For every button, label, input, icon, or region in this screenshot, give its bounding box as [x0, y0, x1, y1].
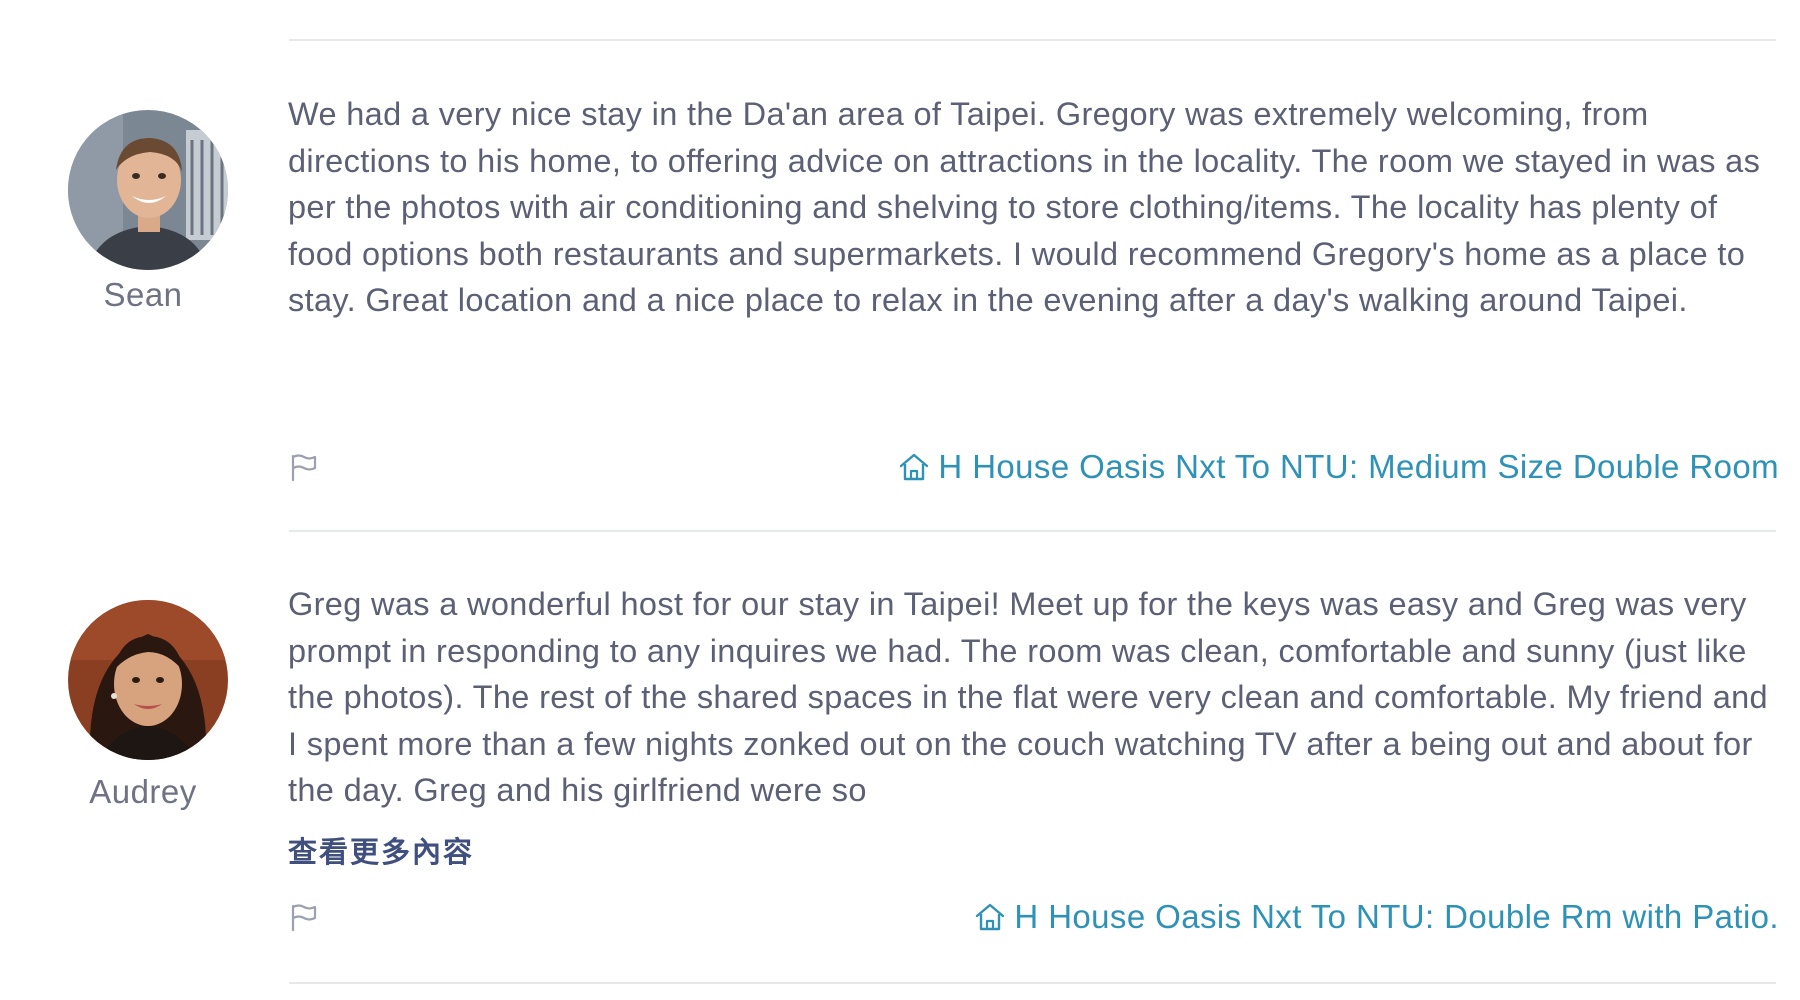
listing-name[interactable]: H House Oasis Nxt To NTU: Double Rm with…	[1014, 898, 1779, 936]
flag-icon[interactable]	[289, 902, 319, 932]
listing-link[interactable]: H House Oasis Nxt To NTU: Medium Size Do…	[898, 448, 1779, 486]
avatar[interactable]	[68, 110, 228, 270]
reviewer-name[interactable]: Sean	[40, 276, 246, 314]
divider	[289, 39, 1776, 41]
listing-link[interactable]: H House Oasis Nxt To NTU: Double Rm with…	[974, 898, 1779, 936]
listing-name[interactable]: H House Oasis Nxt To NTU: Medium Size Do…	[938, 448, 1779, 486]
home-icon	[976, 903, 1005, 931]
review-text: We had a very nice stay in the Da'an are…	[288, 96, 1761, 318]
review-text: Greg was a wonderful host for our stay i…	[288, 586, 1768, 808]
flag-icon[interactable]	[289, 452, 319, 482]
reviews-list: Sean We had a very nice stay in the Da'a…	[0, 0, 1800, 1000]
read-more-link[interactable]: 查看更多內容	[288, 829, 474, 871]
avatar[interactable]	[68, 600, 228, 760]
reviewer-name[interactable]: Audrey	[40, 773, 246, 811]
divider	[289, 982, 1776, 984]
home-icon	[900, 453, 929, 481]
divider	[289, 530, 1776, 532]
